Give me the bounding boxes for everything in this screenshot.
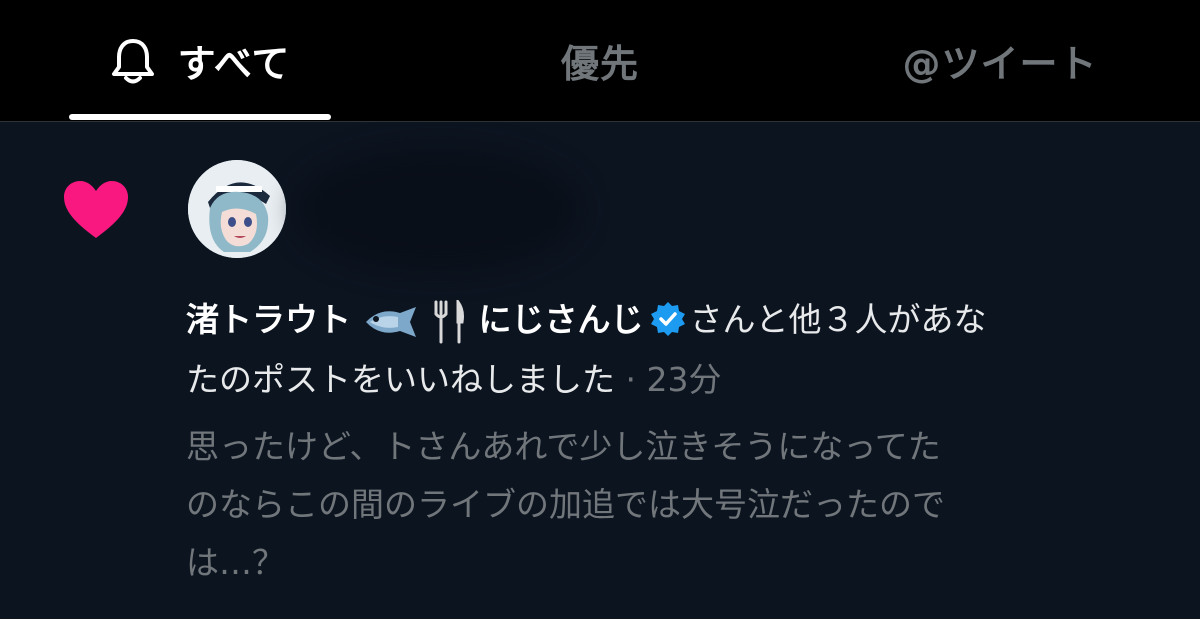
action-text-2: たのポストをいいねしました <box>186 360 615 399</box>
verified-badge-icon <box>650 301 685 336</box>
preview-line: のならこの間のライブの加追では大号泣だったので <box>186 485 945 524</box>
tab-priority-label: 優先 <box>560 42 639 86</box>
preview-line: 思ったけど、トさんあれで少し泣きそうになってた <box>186 427 941 466</box>
separator: · <box>615 360 647 399</box>
user-name[interactable]: 渚トラウト <box>186 300 351 339</box>
preview-line: は…？ <box>186 543 285 582</box>
timestamp: 23分 <box>646 360 722 399</box>
avatar[interactable] <box>188 160 286 258</box>
heart-icon <box>64 181 128 238</box>
user-affiliation[interactable]: にじさんじ <box>479 300 644 339</box>
tab-mentions-label: @ツイート <box>902 42 1098 86</box>
tab-mentions[interactable]: @ツイート <box>800 0 1200 121</box>
avatar-image <box>188 160 286 258</box>
active-tab-indicator <box>69 114 331 120</box>
fork-knife-icon <box>434 299 464 343</box>
notification-text-line2: たのポストをいいねしました · 23分 <box>186 352 1176 408</box>
fish-icon <box>365 306 416 337</box>
notification-text-line1: 渚トラウト にじさんじ さんと他３人があな <box>186 292 1176 348</box>
action-text-1: さんと他３人があな <box>689 300 987 339</box>
notifications-tab-bar: すべて 優先 @ツイート <box>0 0 1200 121</box>
bell-icon <box>111 38 154 83</box>
tab-all[interactable]: すべて <box>0 0 400 121</box>
tab-all-label: すべて <box>177 42 291 86</box>
tab-priority[interactable]: 優先 <box>400 0 800 121</box>
post-preview[interactable]: 思ったけど、トさんあれで少し泣きそうになってた のならこの間のライブの加追では大… <box>186 418 1176 592</box>
redacted-area <box>298 150 578 270</box>
